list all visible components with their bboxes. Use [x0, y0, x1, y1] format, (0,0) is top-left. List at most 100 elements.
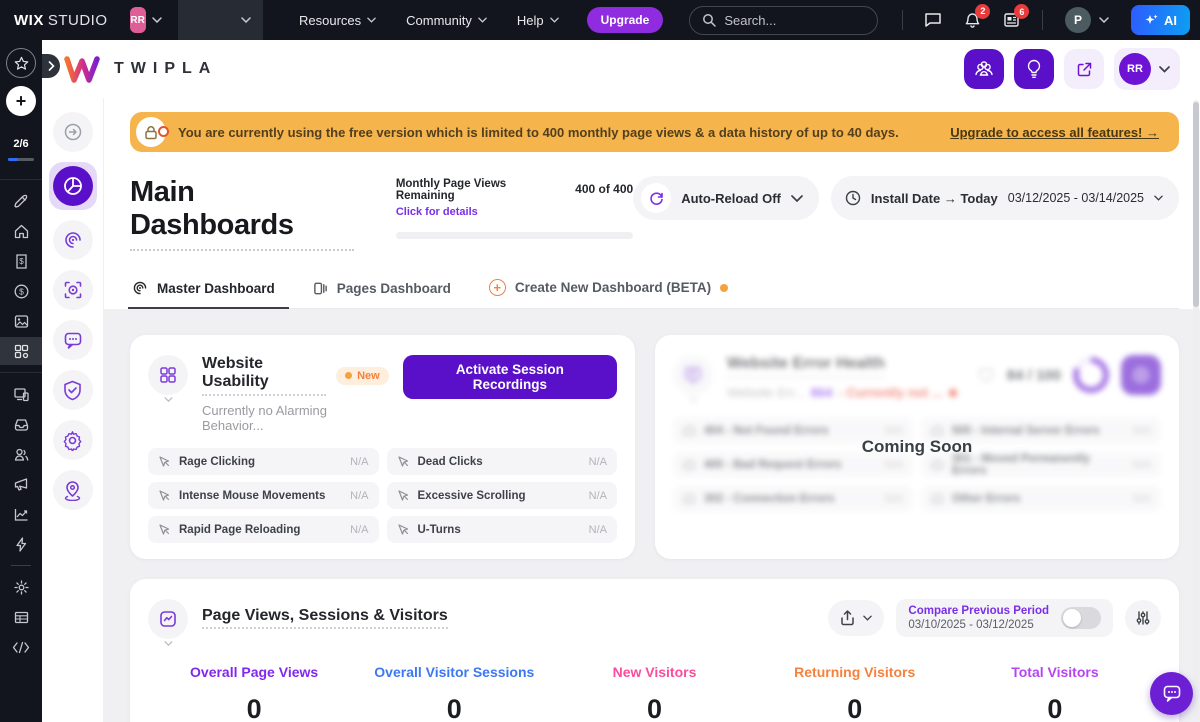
page-header: Main Dashboards Monthly Page Views Remai… [130, 176, 1179, 251]
error-row-other[interactable]: Other ErrorsN/A [921, 485, 1161, 512]
refresh-icon [641, 183, 671, 213]
scrollbar-thumb[interactable] [1193, 102, 1199, 307]
notifications-bell-icon[interactable]: 2 [956, 8, 989, 33]
support-chat-fab[interactable] [1150, 672, 1193, 715]
ai-label: AI [1164, 13, 1177, 28]
usability-row-dead-clicks[interactable]: Dead ClicksN/A [387, 448, 618, 475]
rail-chat-icon[interactable] [53, 320, 93, 360]
chevron-down-icon[interactable] [164, 641, 173, 646]
rail-dashboards-active[interactable] [49, 162, 97, 210]
twipla-logo[interactable]: TWIPLA [64, 56, 217, 83]
nav-resources[interactable]: Resources [287, 13, 388, 28]
metric-overall-page-views[interactable]: Overall Page Views 0 0% [170, 664, 338, 722]
date-range-picker[interactable]: Install Date → Today 03/12/2025 - 03/14/… [831, 176, 1179, 220]
workspace-avatar[interactable]: RR [130, 7, 146, 33]
rail-sessions-icon[interactable] [53, 220, 93, 260]
usability-row-rage-clicking[interactable]: Rage ClickingN/A [148, 448, 379, 475]
rail-visitor-entry-icon[interactable] [53, 112, 93, 152]
export-button[interactable] [828, 600, 884, 636]
rail-recordings-icon[interactable] [53, 270, 93, 310]
page-views-widget-icon[interactable] [148, 599, 188, 639]
metric-overall-visitor-sessions[interactable]: Overall Visitor Sessions 0 0% [370, 664, 538, 722]
page-views-title: Page Views, Sessions & Visitors [202, 607, 448, 629]
rail-content-manager-icon[interactable] [0, 603, 42, 631]
quota-details-link[interactable]: Click for details [396, 206, 478, 218]
activate-session-recordings-button[interactable]: Activate Session Recordings [403, 355, 617, 399]
usability-title: Website Usability [202, 355, 326, 396]
chevron-down-icon[interactable] [164, 397, 173, 402]
feedback-chat-icon[interactable] [916, 8, 950, 32]
error-row-302[interactable]: 302 - Connection ErrorsN/A [673, 485, 913, 512]
error-record-button[interactable] [1121, 355, 1161, 395]
nav-community[interactable]: Community [394, 13, 499, 28]
ai-assistant-button[interactable]: AI [1131, 5, 1190, 35]
twipla-account-menu[interactable]: RR [1114, 48, 1180, 90]
usability-row-rapid-page-reloading[interactable]: Rapid Page ReloadingN/A [148, 516, 379, 543]
rail-apps-icon[interactable] [0, 337, 42, 365]
new-badge: New [336, 367, 389, 385]
search-input[interactable] [724, 13, 864, 28]
metrics-row: Overall Page Views 0 0% Overall Visitor … [148, 664, 1161, 722]
search-box[interactable] [689, 6, 877, 35]
open-external-button[interactable] [1064, 49, 1104, 89]
rail-marketing-icon[interactable] [0, 470, 42, 498]
rail-settings-gear-icon[interactable] [0, 573, 42, 601]
chevron-down-icon [689, 397, 698, 402]
page-views-card: Page Views, Sessions & Visitors [130, 579, 1179, 722]
insights-button[interactable] [1014, 49, 1054, 89]
coming-soon-overlay: Coming Soon [655, 437, 1179, 457]
rail-media-icon[interactable] [0, 307, 42, 335]
rail-dev-mode-icon[interactable] [0, 633, 42, 661]
plus-circle-icon: + [489, 279, 506, 296]
rail-setup-rocket-icon[interactable] [0, 187, 42, 215]
auto-reload-label: Auto-Reload Off [681, 191, 781, 206]
tab-create-new-dashboard[interactable]: + Create New Dashboard (BETA) [487, 271, 730, 308]
workspace-chevron-icon[interactable] [152, 17, 162, 23]
lightbulb-icon [1026, 59, 1042, 79]
rail-payments-icon[interactable]: $ [0, 277, 42, 305]
click-cursor-icon [158, 455, 171, 468]
rail-locations-pin-icon[interactable] [53, 470, 93, 510]
account-menu[interactable]: P [1057, 3, 1117, 37]
tab-master-dashboard[interactable]: Master Dashboard [130, 272, 277, 308]
rail-devices-icon[interactable] [0, 380, 42, 408]
rail-privacy-shield-icon[interactable] [53, 370, 93, 410]
topbar-divider [902, 10, 903, 30]
metric-returning-visitors[interactable]: Returning Visitors 0 0% [771, 664, 939, 722]
chevron-down-icon [367, 17, 376, 23]
favorites-star-icon[interactable] [6, 48, 36, 78]
nav-resources-label: Resources [299, 13, 361, 28]
tab-pages-dashboard[interactable]: Pages Dashboard [311, 273, 453, 308]
quota-block: Monthly Page Views Remaining Click for d… [396, 176, 633, 239]
usability-widget-icon[interactable] [148, 355, 188, 395]
usability-row-excessive-scrolling[interactable]: Excessive ScrollingN/A [387, 482, 618, 509]
site-selector-dropdown[interactable] [178, 0, 263, 40]
wix-studio-logo[interactable]: WIX STUDIO [14, 12, 108, 29]
auto-reload-dropdown[interactable]: Auto-Reload Off [633, 176, 819, 220]
usability-row-u-turns[interactable]: U-TurnsN/A [387, 516, 618, 543]
chart-settings-button[interactable] [1125, 600, 1161, 636]
banner-upgrade-link[interactable]: Upgrade to access all features! → [950, 125, 1159, 140]
rail-automations-icon[interactable] [0, 530, 42, 558]
upgrade-button[interactable]: Upgrade [587, 7, 664, 33]
nav-help[interactable]: Help [505, 13, 571, 28]
rail-inbox-icon[interactable] [0, 410, 42, 438]
metric-new-visitors[interactable]: New Visitors 0 0% [570, 664, 738, 722]
compare-toggle[interactable] [1061, 607, 1101, 629]
rail-invoices-icon[interactable]: $ [0, 247, 42, 275]
usability-row-intense-mouse-movements[interactable]: Intense Mouse MovementsN/A [148, 482, 379, 509]
rail-contacts-icon[interactable] [0, 440, 42, 468]
usability-metrics-grid: Rage ClickingN/A Dead ClicksN/A Intense … [148, 448, 617, 543]
page-scrollbar[interactable] [1193, 100, 1199, 718]
rail-settings-gear-icon[interactable] [53, 420, 93, 460]
add-plus-button[interactable]: + [6, 86, 36, 116]
metric-total-visitors[interactable]: Total Visitors 0 0% [971, 664, 1139, 722]
error-status: - Currently not ... [839, 385, 943, 400]
rail-analytics-icon[interactable] [0, 500, 42, 528]
community-button[interactable] [964, 49, 1004, 89]
banner-message: You are currently using the free version… [178, 125, 899, 140]
rail-home-icon[interactable] [0, 217, 42, 245]
updates-news-icon[interactable]: 6 [995, 8, 1028, 32]
account-avatar: P [1065, 7, 1091, 33]
click-cursor-icon [397, 523, 410, 536]
